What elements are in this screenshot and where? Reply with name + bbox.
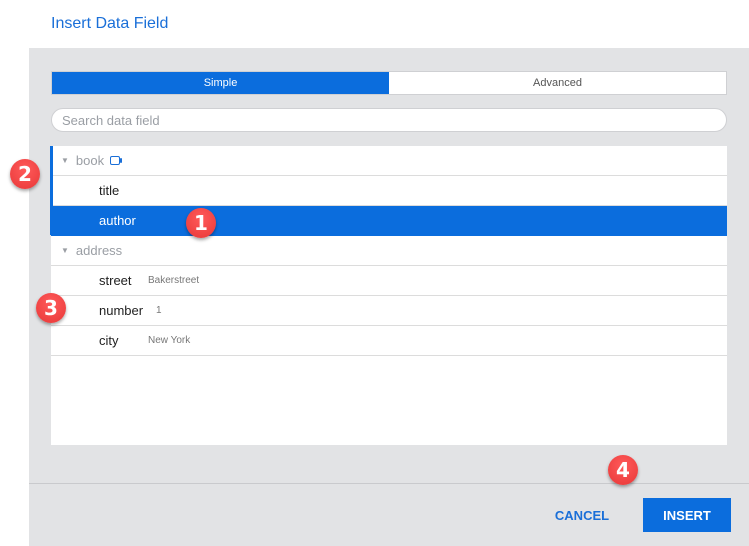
tab-advanced[interactable]: Advanced: [389, 72, 726, 94]
field-name: author: [99, 213, 136, 228]
data-source-icon: [110, 156, 123, 165]
caret-down-icon[interactable]: ▼: [61, 246, 69, 255]
group-selection-indicator: [50, 146, 53, 235]
footer-divider: [29, 483, 749, 484]
tree-group-book[interactable]: ▼ book: [51, 146, 727, 176]
tree-field-author[interactable]: author: [51, 206, 727, 236]
annotation-badge-2: 2: [10, 159, 40, 189]
tree-field-number[interactable]: number 1: [51, 296, 727, 326]
tree-field-street[interactable]: street Bakerstreet: [51, 266, 727, 296]
field-name: street: [99, 273, 132, 288]
dialog-title: Insert Data Field: [51, 15, 169, 32]
tree-group-address[interactable]: ▼ address: [51, 236, 727, 266]
annotation-badge-1: 1: [186, 208, 216, 238]
cancel-button[interactable]: CANCEL: [546, 506, 618, 524]
annotation-badge-4: 4: [608, 455, 638, 485]
field-name: title: [99, 183, 120, 198]
group-label: address: [75, 243, 123, 258]
mode-tabs: Simple Advanced: [51, 71, 727, 95]
annotation-badge-3: 3: [36, 293, 66, 323]
caret-down-icon[interactable]: ▼: [61, 156, 69, 165]
tree-field-city[interactable]: city New York: [51, 326, 727, 356]
tab-simple[interactable]: Simple: [52, 72, 389, 94]
search-input[interactable]: [51, 108, 727, 132]
field-value: New York: [148, 335, 191, 346]
field-value: Bakerstreet: [148, 275, 200, 286]
insert-button[interactable]: INSERT: [643, 498, 731, 532]
field-name: city: [99, 333, 119, 348]
field-value: 1: [156, 305, 162, 316]
tree-field-title[interactable]: title: [51, 176, 727, 206]
group-label: book: [75, 153, 105, 168]
data-field-tree: ▼ book title author ▼ address street Bak…: [51, 146, 727, 445]
field-name: number: [99, 303, 144, 318]
